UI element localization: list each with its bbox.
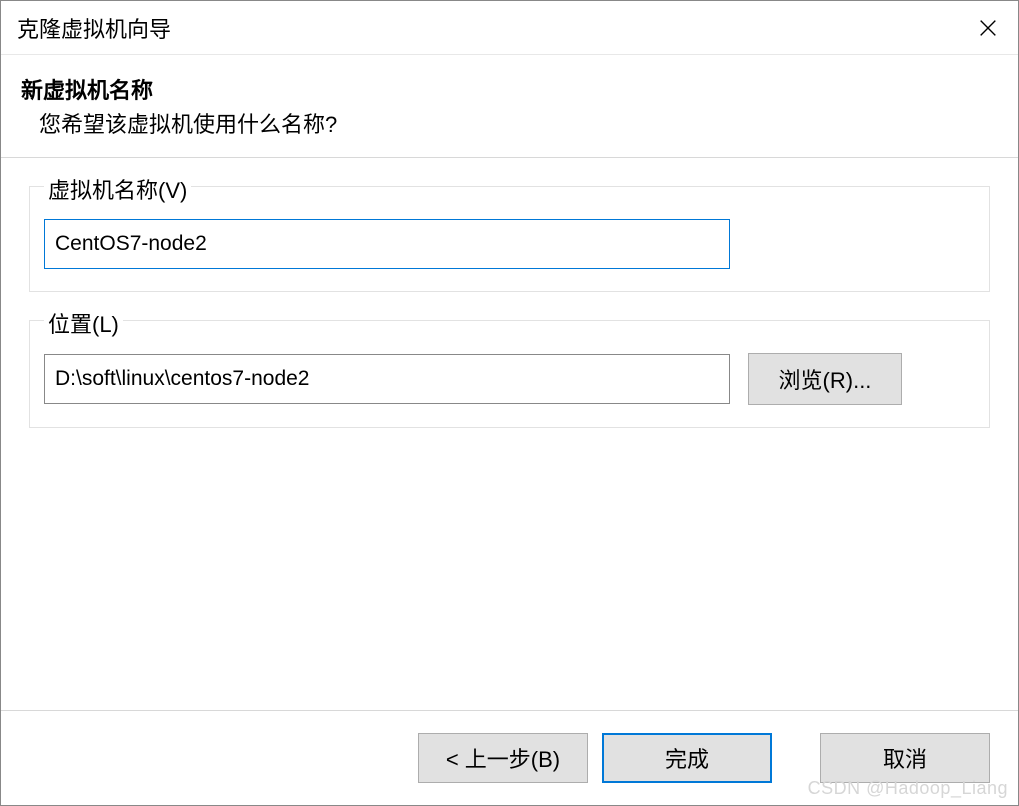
vm-name-input[interactable] (44, 219, 730, 269)
location-input[interactable] (44, 354, 730, 404)
header-subtitle: 您希望该虚拟机使用什么名称? (21, 107, 1002, 139)
back-button[interactable]: < 上一步(B) (418, 733, 588, 783)
window-title: 克隆虚拟机向导 (17, 12, 171, 44)
header-title: 新虚拟机名称 (21, 73, 1002, 105)
cancel-button[interactable]: 取消 (820, 733, 990, 783)
titlebar: 克隆虚拟机向导 (1, 1, 1018, 55)
location-legend: 位置(L) (44, 307, 123, 339)
location-row: 浏览(R)... (44, 353, 975, 405)
wizard-header: 新虚拟机名称 您希望该虚拟机使用什么名称? (1, 55, 1018, 158)
content-area: 虚拟机名称(V) 位置(L) 浏览(R)... (1, 158, 1018, 428)
vm-name-group: 虚拟机名称(V) (29, 186, 990, 292)
footer: < 上一步(B) 完成 取消 (1, 710, 1018, 805)
close-icon[interactable] (970, 10, 1006, 46)
browse-button[interactable]: 浏览(R)... (748, 353, 902, 405)
finish-button[interactable]: 完成 (602, 733, 772, 783)
vm-name-legend: 虚拟机名称(V) (44, 173, 191, 205)
location-group: 位置(L) 浏览(R)... (29, 320, 990, 428)
